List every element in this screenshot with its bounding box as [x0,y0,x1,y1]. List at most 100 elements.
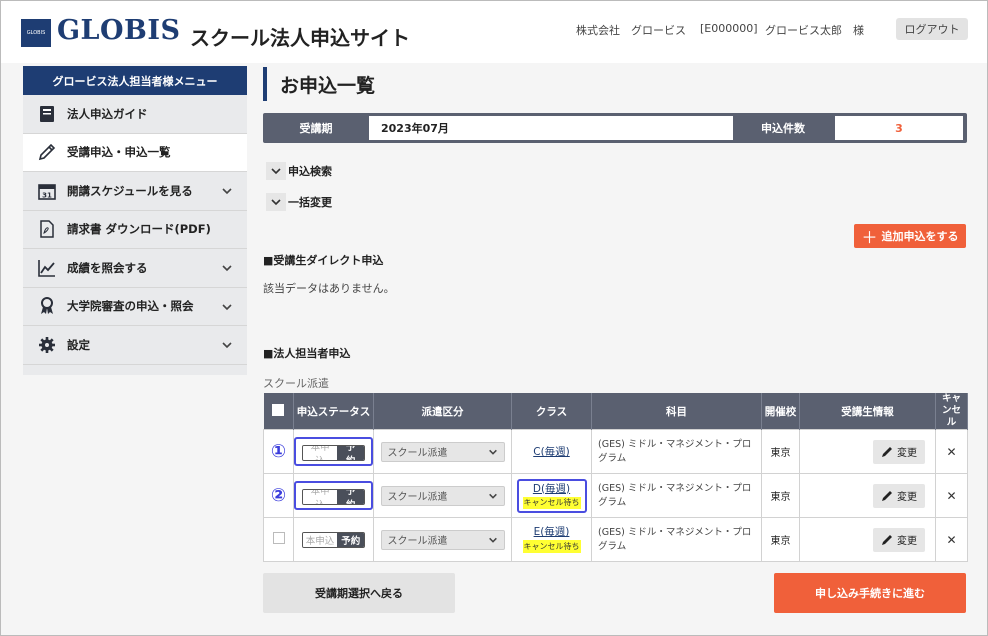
status-main-option[interactable]: 本申込 [303,446,338,460]
header-school: 開催校 [761,393,800,430]
sidebar-item-guide[interactable]: 法人申込ガイド [23,95,247,134]
dispatch-select[interactable]: スクール派遣 [380,485,505,506]
direct-application-heading: ■受講生ダイレクト申込 [263,254,384,267]
table-header-row: 申込ステータス 派遣区分 クラス 科目 開催校 受講生情報 キャンセル [263,393,968,430]
table-row: ① 本申込 予約 スクール派遣 [263,429,968,474]
student-info-cell: 変更 [799,429,936,474]
dispatch-cell: スクール派遣 [373,473,512,518]
table-row: ② 本申込 予約 スクール派遣 [263,473,968,518]
plus-icon: ＋ [861,228,878,247]
sidebar-item-label: 大学院審査の申込・照会 [67,299,194,314]
toggle-bulk-change[interactable]: 一括変更 [266,193,332,211]
page-title-accent [263,67,267,101]
count-value: 3 [835,116,963,140]
highlight-box: D(毎週) キャンセル待ち [516,478,587,513]
change-label: 変更 [897,536,917,547]
sidebar-item-label: 請求書 ダウンロード(PDF) [67,222,211,237]
dispatch-cell: スクール派遣 [373,517,512,562]
class-link[interactable]: E(毎週) [534,526,570,538]
chevron-down-icon [488,449,497,455]
status-toggle[interactable]: 本申込 予約 [302,489,365,505]
close-icon[interactable]: ✕ [945,533,959,547]
chevron-down-icon[interactable] [221,301,233,313]
globis-logo[interactable]: GLOBIS [57,15,181,46]
close-icon[interactable]: ✕ [945,445,959,459]
pencil-icon [882,490,892,501]
school-cell: 東京 [761,429,800,474]
row-checkbox-cell [263,517,294,562]
svg-text:31: 31 [42,191,52,199]
pdf-file-icon [37,219,57,239]
chart-line-icon [37,258,57,278]
table-row: 本申込 予約 スクール派遣 E(毎週) キャンセル待ち (GES) ミドル・マネ… [263,517,968,562]
class-cell: C(毎週) [511,429,592,474]
chevron-down-icon [266,193,286,211]
class-link[interactable]: C(毎週) [533,446,570,458]
row-checkbox[interactable] [272,532,285,544]
toggle-label: 申込検索 [288,165,332,178]
subject-cell: (GES) ミドル・マネジメント・プログラム [591,473,762,518]
calendar-icon: 31 [37,181,57,201]
add-application-label: 追加申込をする [881,230,959,243]
corporate-application-heading: ■法人担当者申込 [263,347,351,360]
pencil-icon [882,446,892,457]
dispatch-value: スクール派遣 [387,492,448,503]
sidebar-item-invoice[interactable]: 請求書 ダウンロード(PDF) [23,211,247,249]
close-icon[interactable]: ✕ [945,489,959,503]
sidebar-item-label: 成績を照会する [67,260,148,275]
chevron-down-icon[interactable] [221,339,233,351]
class-cell: D(毎週) キャンセル待ち [511,473,592,518]
chevron-down-icon[interactable] [221,185,233,197]
dispatch-cell: スクール派遣 [373,429,512,474]
chevron-down-icon[interactable] [221,262,233,274]
sidebar-item-graduate[interactable]: 大学院審査の申込・照会 [23,288,247,326]
site-title: スクール法人申込サイト [190,26,410,50]
header-subject: 科目 [591,393,762,430]
sidebar-title: グロービス法人担当者様メニュー [23,66,247,95]
back-to-period-button[interactable]: 受講期選択へ戻る [263,573,455,613]
page-title: お申込一覧 [280,75,376,97]
change-button[interactable]: 変更 [873,439,925,464]
sidebar-item-label: 受講申込・申込一覧 [67,145,171,160]
select-all-cell [263,393,294,430]
sidebar-item-grades[interactable]: 成績を照会する [23,249,247,288]
header-dispatch: 派遣区分 [373,393,512,430]
pencil-icon [37,142,57,162]
award-icon [37,296,57,316]
sidebar-item-label: 設定 [67,337,90,352]
toggle-label: 一括変更 [288,196,332,209]
dispatch-select[interactable]: スクール派遣 [380,441,505,462]
no-data-message: 該当データはありません。 [263,282,395,295]
select-all-checkbox[interactable] [272,403,285,416]
class-link[interactable]: D(毎週) [533,483,570,495]
change-button[interactable]: 変更 [873,527,925,552]
status-main-option[interactable]: 本申込 [302,532,338,547]
status-reserve-option[interactable]: 予約 [337,446,364,460]
header-cancel: キャンセル [935,393,968,430]
sidebar-item-schedule[interactable]: 31 開講スケジュールを見る [23,172,247,211]
change-button[interactable]: 変更 [873,483,925,508]
change-label: 変更 [897,492,917,503]
header-status: 申込ステータス [293,393,374,430]
header-class: クラス [511,393,592,430]
sidebar-item-settings[interactable]: 設定 [23,326,247,365]
status-main-option[interactable]: 本申込 [303,490,338,504]
dispatch-select[interactable]: スクール派遣 [380,529,505,550]
count-label: 申込件数 [761,122,805,135]
status-reserve-option[interactable]: 予約 [337,532,365,547]
toggle-application-search[interactable]: 申込検索 [266,162,332,180]
company-code: [E000000] [700,22,758,35]
row-marker: ① [263,429,294,474]
applications-table: 申込ステータス 派遣区分 クラス 科目 開催校 受講生情報 キャンセル ① 本申… [263,393,968,562]
status-reserve-option[interactable]: 予約 [337,490,364,504]
sidebar-item-label: 法人申込ガイド [67,106,148,121]
status-toggle[interactable]: 本申込 予約 [301,531,366,548]
cancel-wait-badge: キャンセル待ち [522,540,581,553]
sidebar-item-applications[interactable]: 受講申込・申込一覧 [23,133,247,172]
proceed-button[interactable]: 申し込み手続きに進む [774,573,966,613]
logout-button[interactable]: ログアウト [896,18,968,40]
add-application-button[interactable]: ＋ 追加申込をする [854,224,966,248]
status-cell: 本申込 予約 [293,517,374,562]
status-toggle[interactable]: 本申込 予約 [302,445,365,461]
school-cell: 東京 [761,517,800,562]
